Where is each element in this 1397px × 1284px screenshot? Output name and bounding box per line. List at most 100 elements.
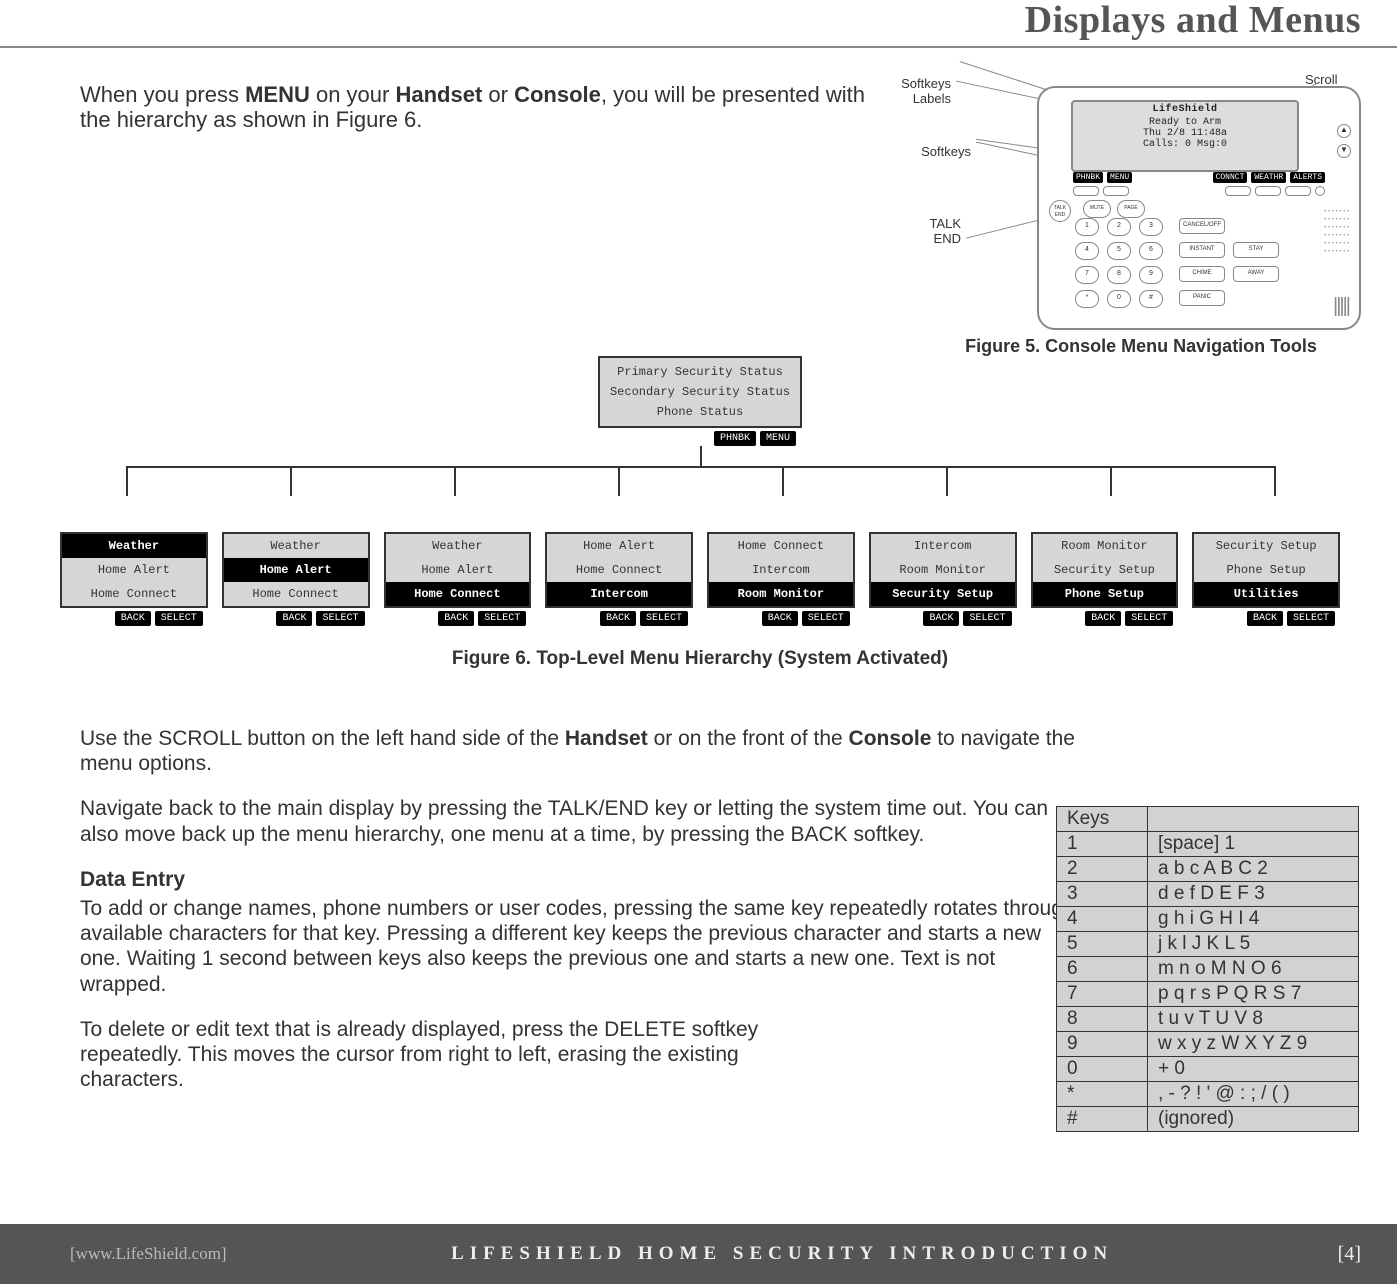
menu-item: Weather xyxy=(224,534,368,558)
key-cell: 3 xyxy=(1057,882,1148,907)
menu-item: Home Connect xyxy=(709,534,853,558)
menu-item: Intercom xyxy=(709,558,853,582)
body-console: Console xyxy=(849,727,932,750)
key-cell: # xyxy=(1057,1107,1148,1132)
card-softkey: BACK xyxy=(1085,611,1121,626)
keypad-key: 9 xyxy=(1139,266,1163,284)
footer-page-number: [4] xyxy=(1338,1243,1361,1266)
menu-item: Home Connect xyxy=(386,582,530,606)
menu-card: IntercomRoom MonitorSecurity SetupBACKSE… xyxy=(869,532,1017,608)
chars-cell: + 0 xyxy=(1148,1057,1359,1082)
chars-cell: w x y z W X Y Z 9 xyxy=(1148,1032,1359,1057)
chars-cell: j k l J K L 5 xyxy=(1148,932,1359,957)
mode-button: CHIME xyxy=(1179,266,1225,282)
intro-paragraph: When you press MENU on your Handset or C… xyxy=(80,82,880,133)
root-soft-menu: MENU xyxy=(760,431,796,446)
intro-text: or xyxy=(482,82,514,107)
card-softkey: BACK xyxy=(438,611,474,626)
body-p2: Navigate back to the main display by pre… xyxy=(80,796,1080,846)
footer-title: LIFESHIELD HOME SECURITY INTRODUCTION xyxy=(227,1243,1338,1265)
menu-item: Room Monitor xyxy=(871,558,1015,582)
menu-card: WeatherHome AlertHome ConnectBACKSELECT xyxy=(60,532,208,608)
mode-button: AWAY xyxy=(1233,266,1279,282)
menu-item: Intercom xyxy=(547,582,691,606)
menu-item: Home Connect xyxy=(547,558,691,582)
console-illustration: LifeShield Ready to Arm Thu 2/8 11:48a C… xyxy=(1037,86,1361,330)
menu-card: Home AlertHome ConnectIntercomBACKSELECT xyxy=(545,532,693,608)
key-cell: 0 xyxy=(1057,1057,1148,1082)
key-cell: 2 xyxy=(1057,857,1148,882)
page-footer: [www.LifeShield.com] LIFESHIELD HOME SEC… xyxy=(0,1224,1397,1284)
menu-card: WeatherHome AlertHome ConnectBACKSELECT xyxy=(384,532,532,608)
card-softkey: SELECT xyxy=(802,611,850,626)
keys-table: Keys 1[space] 12a b c A B C 23d e f D E … xyxy=(1056,806,1359,1132)
keypad-key: 5 xyxy=(1107,242,1131,260)
intro-handset: Handset xyxy=(395,82,482,107)
menu-item: Home Alert xyxy=(547,534,691,558)
mode-button: INSTANT xyxy=(1179,242,1225,258)
card-softkey: BACK xyxy=(762,611,798,626)
keypad-key: 8 xyxy=(1107,266,1131,284)
menu-root-screen: Primary Security Status Secondary Securi… xyxy=(598,356,802,428)
menu-card: WeatherHome AlertHome ConnectBACKSELECT xyxy=(222,532,370,608)
root-line-1: Primary Security Status xyxy=(600,362,800,382)
figure-5-caption: Figure 5. Console Menu Navigation Tools xyxy=(921,336,1361,357)
keypad-key: 1 xyxy=(1075,218,1099,236)
chars-cell: g h i G H I 4 xyxy=(1148,907,1359,932)
menu-item: Room Monitor xyxy=(1033,534,1177,558)
menu-item: Phone Setup xyxy=(1033,582,1177,606)
body-p4: To delete or edit text that is already d… xyxy=(80,1017,820,1093)
card-softkey: SELECT xyxy=(155,611,203,626)
scroll-up-icon: ▲ xyxy=(1337,124,1351,138)
card-softkey: SELECT xyxy=(640,611,688,626)
scroll-down-icon: ▼ xyxy=(1337,144,1351,158)
card-softkey: SELECT xyxy=(1125,611,1173,626)
keys-header: Keys xyxy=(1057,807,1148,832)
key-cell: 5 xyxy=(1057,932,1148,957)
mode-button: PANIC xyxy=(1179,290,1225,306)
root-line-3: Phone Status xyxy=(600,402,800,422)
intro-menu: MENU xyxy=(245,82,310,107)
keypad-key: 3 xyxy=(1139,218,1163,236)
key-cell: 4 xyxy=(1057,907,1148,932)
body-handset: Handset xyxy=(565,727,648,750)
menu-item: Security Setup xyxy=(871,582,1015,606)
softkey-labels-right: CONNCT WEATHR ALERTS xyxy=(1213,172,1325,183)
card-softkey: SELECT xyxy=(316,611,364,626)
page-title: Displays and Menus xyxy=(1025,0,1361,42)
keypad-key: 7 xyxy=(1075,266,1099,284)
chars-cell: t u v T U V 8 xyxy=(1148,1007,1359,1032)
keypad-key: # xyxy=(1139,290,1163,308)
card-softkey: BACK xyxy=(923,611,959,626)
key-cell: 6 xyxy=(1057,957,1148,982)
callout-softkeys-labels: Softkeys Labels xyxy=(881,76,951,106)
figure-6: Primary Security Status Secondary Securi… xyxy=(60,356,1340,670)
menu-item: Security Setup xyxy=(1194,534,1338,558)
menu-item: Home Connect xyxy=(62,582,206,606)
console-status-3: Calls: 0 Msg:0 xyxy=(1073,139,1297,150)
speaker-icon: ||||| xyxy=(1333,295,1349,318)
menu-item: Utilities xyxy=(1194,582,1338,606)
talk-end-button: TALK END xyxy=(1049,200,1071,222)
intro-text: When you press xyxy=(80,82,245,107)
body-p3: To add or change names, phone numbers or… xyxy=(80,896,1080,997)
card-softkey: SELECT xyxy=(478,611,526,626)
keypad: 123456789*0# xyxy=(1075,218,1165,308)
card-softkey: BACK xyxy=(115,611,151,626)
menu-card: Home ConnectIntercomRoom MonitorBACKSELE… xyxy=(707,532,855,608)
keypad-key: 4 xyxy=(1075,242,1099,260)
chars-cell: m n o M N O 6 xyxy=(1148,957,1359,982)
console-brand: LifeShield xyxy=(1073,104,1297,115)
scroll-buttons: ▲ ▼ xyxy=(1337,118,1351,164)
console-status-2: Thu 2/8 11:48a xyxy=(1073,128,1297,139)
body-text: Use the SCROLL button on the left hand s… xyxy=(80,727,565,750)
softkey-menu: MENU xyxy=(1107,172,1132,183)
softkey-phnbk: PHNBK xyxy=(1073,172,1103,183)
menu-item: Home Alert xyxy=(224,558,368,582)
softkey-weathr: WEATHR xyxy=(1251,172,1286,183)
intro-console: Console xyxy=(514,82,601,107)
softkey-labels-left: PHNBK MENU xyxy=(1073,172,1132,183)
chars-cell: p q r s P Q R S 7 xyxy=(1148,982,1359,1007)
page-button: PAGE xyxy=(1117,200,1145,218)
card-softkey: SELECT xyxy=(963,611,1011,626)
